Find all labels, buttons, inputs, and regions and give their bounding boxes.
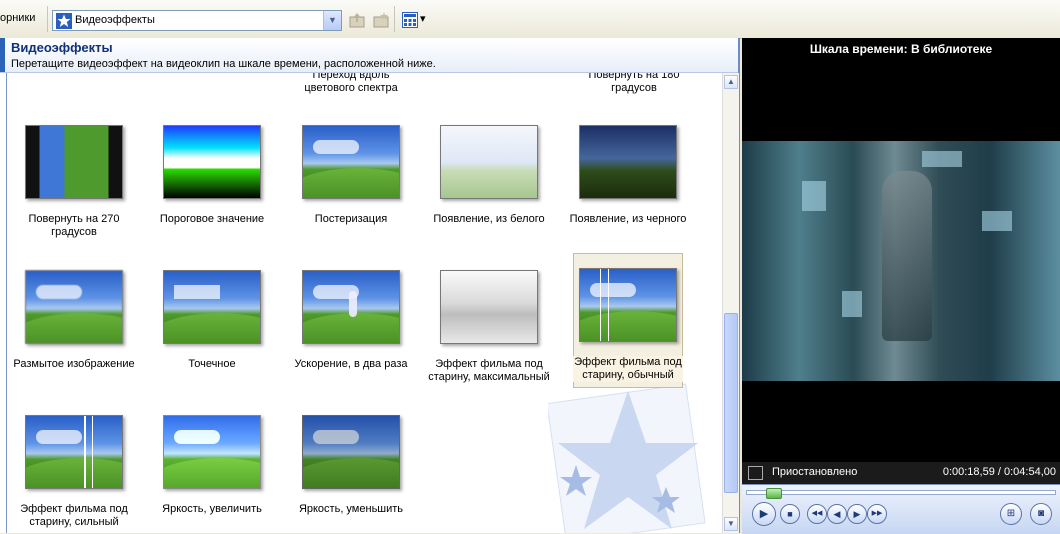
star-watermark-icon [548, 383, 706, 533]
effect-label: Повернуть на 180 градусов [588, 73, 680, 94]
effect-thumbnail [579, 268, 677, 342]
effect-label: Размытое изображение [13, 358, 135, 370]
collection-combo-value: Видеоэффекты [75, 14, 155, 26]
playback-status: Приостановлено [772, 466, 858, 478]
forward-button[interactable]: ▶ [847, 504, 867, 524]
effect-label: Появление, из белого [433, 213, 545, 225]
effects-grid: Повернуть на 180 градусов Переход вдоль … [0, 73, 722, 533]
chevron-down-icon[interactable]: ▼ [323, 11, 341, 30]
video-subject [882, 171, 932, 341]
effect-thumbnail [302, 415, 400, 489]
effect-item-partial[interactable]: Переход вдоль цветового спектра [282, 73, 420, 95]
preview-title: Шкала времени: В библиотеке [809, 42, 993, 56]
toolbar-separator [394, 6, 395, 32]
split-clip-button[interactable]: ⊞ [1000, 503, 1022, 525]
effect-item[interactable]: Ускорение, в два раза [282, 270, 420, 371]
preview-monitor: Шкала времени: В библиотеке Приостановле… [742, 38, 1060, 534]
star-icon [56, 13, 72, 29]
effect-label: Эффект фильма под старину, обычный [573, 356, 683, 382]
effect-thumbnail [440, 125, 538, 199]
folder-up-icon[interactable] [348, 11, 366, 29]
page-subtitle: Перетащите видеоэффект на видеоклип на ш… [11, 58, 436, 70]
effect-thumbnail [25, 270, 123, 344]
effect-thumbnail [163, 125, 261, 199]
effects-pane: Видеоэффекты Перетащите видеоэффект на в… [0, 38, 740, 533]
scroll-up-icon[interactable]: ▲ [724, 75, 738, 89]
effect-label: Появление, из черного [569, 213, 687, 225]
effect-item[interactable]: Точечное [143, 270, 281, 371]
effect-item[interactable]: Эффект фильма под старину, максимальный [420, 270, 558, 384]
scrollbar-thumb[interactable] [724, 313, 738, 493]
effect-label: Ускорение, в два раза [294, 358, 408, 370]
effect-item[interactable]: Появление, из черного [559, 125, 697, 226]
snapshot-button[interactable]: ◙ [1030, 503, 1052, 525]
pane-header: Видеоэффекты Перетащите видеоэффект на в… [0, 38, 738, 73]
effect-thumbnail [440, 270, 538, 344]
effect-label: Яркость, уменьшить [298, 503, 404, 515]
seek-bar[interactable] [746, 488, 1056, 499]
next-frame-button[interactable]: ▶▶ [867, 504, 887, 524]
previous-frame-button[interactable]: ◀◀ [807, 504, 827, 524]
fullscreen-icon[interactable] [748, 466, 763, 480]
effect-item-partial[interactable]: Повернуть на 180 градусов [565, 73, 703, 95]
effect-item[interactable]: Появление, из белого [420, 125, 558, 226]
effect-item[interactable]: Яркость, увеличить [143, 415, 281, 516]
effect-item[interactable]: Постеризация [282, 125, 420, 226]
effect-label: Переход вдоль цветового спектра [304, 73, 398, 94]
effect-thumbnail [163, 415, 261, 489]
toolbar-separator [47, 6, 48, 32]
play-button[interactable]: ▶ [752, 502, 776, 526]
effect-label: Повернуть на 270 градусов [28, 213, 120, 238]
effect-thumbnail [302, 125, 400, 199]
vertical-scrollbar[interactable]: ▲ ▼ [722, 73, 739, 533]
effect-label: Эффект фильма под старину, максимальный [428, 358, 550, 383]
new-folder-icon[interactable] [372, 11, 390, 29]
effect-label: Яркость, увеличить [162, 503, 262, 515]
effect-thumbnail [579, 125, 677, 199]
effect-label: Постеризация [314, 213, 388, 225]
effect-thumbnail [302, 270, 400, 344]
effect-item[interactable]: Эффект фильма под старину, сильный [5, 415, 143, 529]
video-frame[interactable] [742, 141, 1060, 381]
rewind-button[interactable]: ◀ [827, 504, 847, 524]
effect-label: Пороговое значение [159, 213, 265, 225]
effect-item[interactable]: Размытое изображение [5, 270, 143, 371]
seek-handle[interactable] [766, 488, 782, 499]
effect-item[interactable]: Яркость, уменьшить [282, 415, 420, 516]
effect-item-selected[interactable]: Эффект фильма под старину, обычный [573, 253, 683, 388]
page-title: Видеоэффекты [11, 40, 113, 55]
effect-label: Эффект фильма под старину, сильный [20, 503, 128, 528]
playback-time: 0:00:18,59 / 0:04:54,00 [942, 466, 1056, 478]
view-options-button[interactable]: ▾ [400, 10, 430, 30]
effect-label: Точечное [188, 358, 236, 370]
header-accent [0, 38, 5, 72]
playback-controls: ▶ ■ ◀◀ ◀ ▶ ▶▶ ⊞ ◙ [742, 484, 1060, 534]
effect-thumbnail [163, 270, 261, 344]
effect-item[interactable]: Пороговое значение [143, 125, 281, 226]
scroll-down-icon[interactable]: ▼ [724, 517, 738, 531]
status-bar: Приостановлено 0:00:18,59 / 0:04:54,00 [742, 462, 1060, 484]
toolbar: орники Видеоэффекты ▼ ▾ [0, 0, 1060, 39]
effect-item[interactable]: Повернуть на 270 градусов [5, 125, 143, 239]
effect-thumbnail [25, 125, 123, 199]
stop-button[interactable]: ■ [780, 504, 800, 524]
collection-combo[interactable]: Видеоэффекты ▼ [52, 10, 342, 31]
collections-button-label[interactable]: орники [0, 12, 35, 24]
effect-thumbnail [25, 415, 123, 489]
view-options-icon [402, 12, 418, 28]
view-options-arrow: ▾ [420, 13, 426, 25]
